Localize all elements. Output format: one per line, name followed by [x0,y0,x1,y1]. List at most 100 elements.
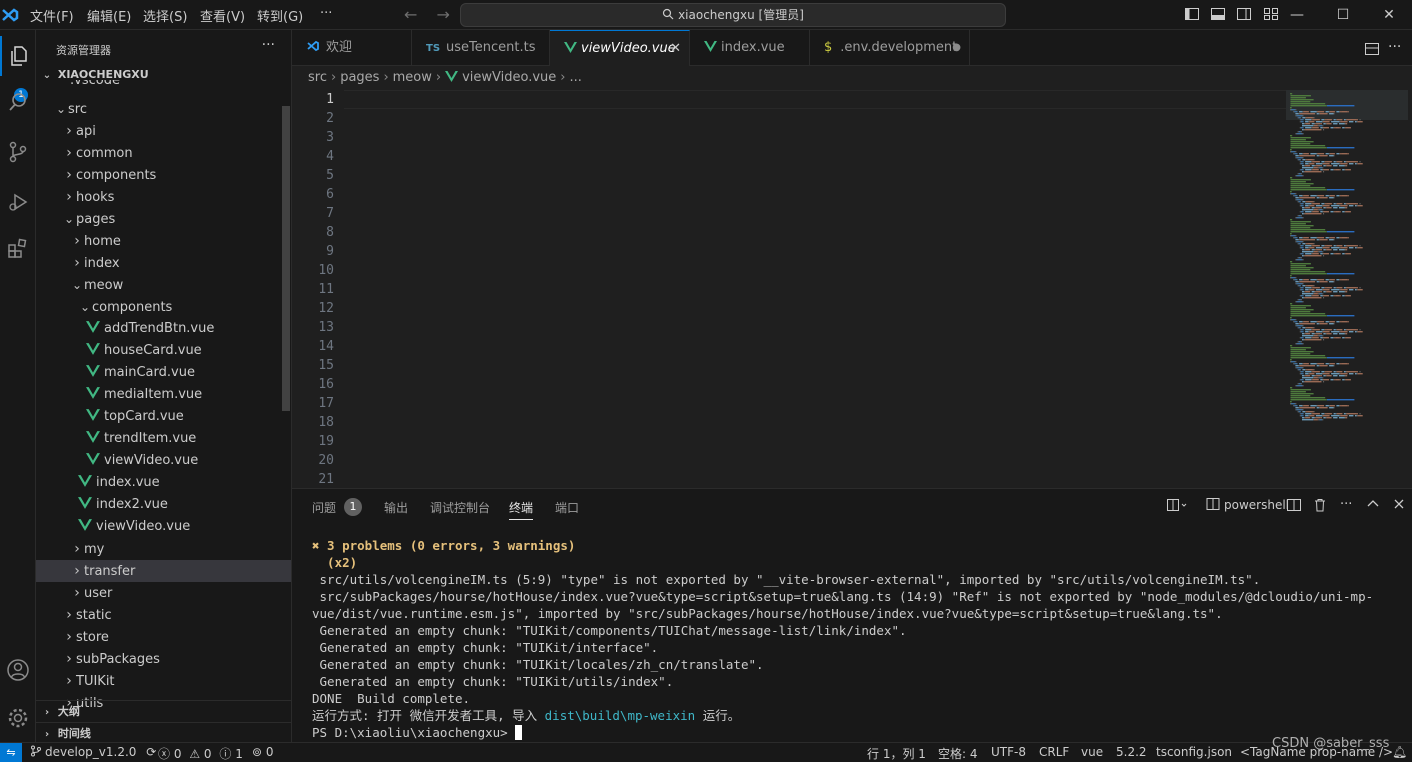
maximize-panel-chevron-up-icon[interactable] [1366,497,1380,515]
eol-status[interactable]: CRLF [1039,745,1069,759]
folder-item[interactable]: › user [36,582,291,604]
toggle-primary-sidebar-icon[interactable] [1184,6,1200,22]
maximize-button[interactable]: ☐ [1320,0,1366,30]
command-center-search[interactable]: xiaochengxu [管理员] [460,3,1006,27]
tab-usetencent[interactable]: TS useTencent.ts [412,30,550,66]
minimap-line [1323,291,1326,293]
tab-welcome[interactable]: 欢迎 [292,30,412,66]
minimap-line [1312,119,1320,121]
notifications-bell-icon[interactable]: 🔔︎ [1392,745,1407,759]
tab-index-vue[interactable]: index.vue [690,30,810,66]
file-item[interactable]: houseCard.vue [36,340,291,362]
file-item[interactable]: viewVideo.vue [36,450,291,472]
menu-go[interactable]: 转到(G) [257,6,303,25]
tsconfig-status[interactable]: tsconfig.json [1156,745,1232,759]
folder-item[interactable]: ⌄ src [36,98,291,120]
forward-arrow-icon[interactable]: → [437,5,450,24]
close-icon[interactable]: ✕ [670,31,681,67]
trash-icon[interactable] [1312,497,1328,517]
breadcrumb-item[interactable]: ... [570,70,582,85]
breadcrumb-item[interactable]: pages [340,70,379,85]
menu-selection[interactable]: 选择(S) [143,6,187,25]
menu-file[interactable]: 文件(F) [30,6,74,25]
panel-tab-problems[interactable]: 问题 [312,499,336,516]
menu-more-button[interactable]: ··· [320,6,332,21]
close-window-button[interactable]: ✕ [1366,0,1412,30]
minimap[interactable] [1286,90,1408,488]
code-editor[interactable]: 123456789101112131415161718192021 <!-- *… [292,90,1412,488]
editor-scrollbar[interactable] [1398,90,1412,488]
language-mode[interactable]: vue [1081,745,1103,759]
timeline-panel-header[interactable]: › 时间线 [36,722,291,742]
outline-panel-header[interactable]: › 大纲 [36,700,291,722]
folder-item[interactable]: ⌄ meow [36,274,291,296]
folder-item[interactable]: ⌄ components [36,296,291,318]
tab-label: 欢迎 [326,40,353,55]
account-icon[interactable] [0,650,36,690]
folder-item[interactable]: › home [36,230,291,252]
file-item[interactable]: topCard.vue [36,406,291,428]
menu-view[interactable]: 查看(V) [200,6,245,25]
settings-gear-icon[interactable] [0,698,36,738]
run-and-debug-icon[interactable] [0,182,36,222]
file-item[interactable]: mediaItem.vue [36,384,291,406]
file-item[interactable]: index2.vue [36,494,291,516]
toggle-panel-icon[interactable] [1210,6,1226,22]
toggle-secondary-sidebar-icon[interactable] [1236,6,1252,22]
split-terminal-icon[interactable] [1286,497,1302,517]
terminal-instance-selector[interactable]: powershell [1206,497,1289,512]
folder-item[interactable]: › components [36,164,291,186]
menu-edit[interactable]: 编辑(E) [87,6,131,25]
source-control-icon[interactable] [0,132,36,172]
ports-status[interactable]: ⊚ 0 [252,745,274,759]
search-icon[interactable] [0,82,36,122]
editor-more-actions-button[interactable]: ··· [1388,39,1401,55]
tab-viewvideo[interactable]: viewVideo.vue ✕ [550,30,690,66]
panel-tab-ports[interactable]: 端口 [555,499,579,516]
new-terminal-split-icon[interactable] [1166,497,1188,517]
close-panel-icon[interactable] [1392,497,1406,515]
tree-item-label: viewVideo.vue [104,453,199,468]
panel-tab-debug-console[interactable]: 调试控制台 [430,499,490,516]
folder-item[interactable]: ⌄ pages [36,208,291,230]
sidebar-scrollbar[interactable] [282,106,290,411]
folder-item[interactable]: › TUIKit [36,670,291,692]
sync-icon[interactable]: ⟳ [146,745,156,759]
folder-item[interactable]: › static [36,604,291,626]
breadcrumb-item[interactable]: viewVideo.vue [462,70,556,85]
breadcrumb-item[interactable]: src [308,70,327,85]
folder-item[interactable]: › subPackages [36,648,291,670]
git-branch-status[interactable]: develop_v1.2.0 ⟳ [30,745,156,759]
panel-tab-output[interactable]: 输出 [384,499,408,516]
minimap-line [1323,339,1325,341]
remote-indicator-icon[interactable]: ⇋ [0,743,22,762]
folder-item[interactable]: › transfer [36,560,291,582]
modified-dot-icon[interactable]: ● [952,30,961,66]
file-item[interactable]: mainCard.vue [36,362,291,384]
encoding-status[interactable]: UTF-8 [991,745,1026,759]
folder-item[interactable]: › store [36,626,291,648]
file-item[interactable]: trendItem.vue [36,428,291,450]
split-editor-icon[interactable] [1364,41,1380,57]
breadcrumb-item[interactable]: meow [393,70,432,85]
file-item[interactable]: viewVideo.vue [36,516,291,538]
panel-tab-terminal[interactable]: 终端 [509,499,534,520]
file-item[interactable]: addTrendBtn.vue [36,318,291,340]
sidebar-more-button[interactable]: ··· [262,37,275,53]
file-item[interactable]: index.vue [36,472,291,494]
cursor-position[interactable]: 行 1，列 1 [867,745,926,762]
folder-item[interactable]: › hooks [36,186,291,208]
folder-item[interactable]: › common [36,142,291,164]
indentation-status[interactable]: 空格: 4 [938,745,978,762]
typescript-version[interactable]: 5.2.2 [1116,745,1147,759]
back-arrow-icon[interactable]: ← [404,5,417,24]
folder-item[interactable]: › my [36,538,291,560]
folder-item[interactable]: › index [36,252,291,274]
minimize-button[interactable]: — [1274,0,1320,30]
folder-item[interactable]: › api [36,120,291,142]
extensions-icon[interactable] [0,228,36,268]
problems-status[interactable]: ⓧ 0 ⚠ 0 ⓘ 1 [158,745,243,762]
explorer-icon[interactable] [0,36,36,76]
panel-more-button[interactable]: ··· [1340,497,1352,512]
tab-env-development[interactable]: $ .env.development ● [810,30,970,66]
